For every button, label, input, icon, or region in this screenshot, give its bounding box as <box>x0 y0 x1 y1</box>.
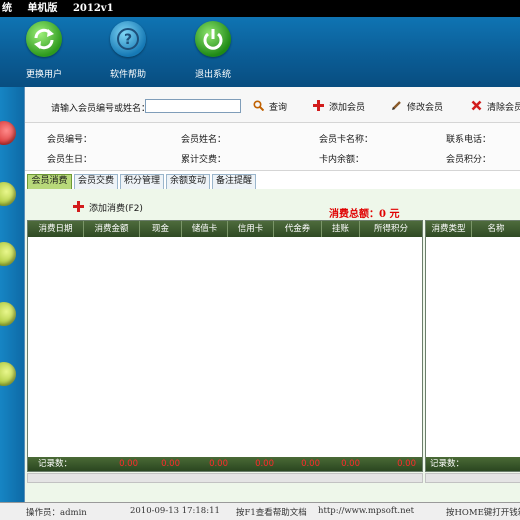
col-cash[interactable]: 现金 <box>140 221 182 237</box>
consume-total-label: 消费总额： <box>329 209 379 220</box>
main-toolbar: 更换用户 ? 软件帮助 退出系统 <box>0 17 520 87</box>
col-consume-date[interactable]: 消费日期 <box>28 221 84 237</box>
consume-total: 消费总额：0 元 <box>329 205 399 220</box>
tab-member-consume[interactable]: 会员消费 <box>27 174 72 189</box>
sidebar-green-button-1[interactable] <box>0 182 16 206</box>
plus-icon <box>73 200 84 214</box>
clear-member-button[interactable]: 清除会员 <box>471 98 520 114</box>
footer-cash: 0.00 <box>161 459 180 469</box>
title-bar: 统 单机版 2012v1 <box>0 0 520 17</box>
query-label: 查询 <box>269 102 288 113</box>
status-drawer-hint: 按HOME键打开钱箱 <box>446 508 520 518</box>
consume-panel: 添加消费(F2) 消费总额：0 元 消费日期 消费金额 现金 储值卡 信用卡 代… <box>25 189 520 502</box>
plus-icon <box>313 99 324 113</box>
tab-balance-change[interactable]: 余额变动 <box>166 174 210 189</box>
delete-x-icon <box>471 100 482 113</box>
status-help-hint: 按F1查看帮助文档 <box>236 508 307 518</box>
member-id-label: 会员编号： <box>47 135 93 145</box>
phone-label: 联系电话： <box>446 135 492 145</box>
main-content: 请输入会员编号或姓名： 查询 添加会员 修改会员 清除会员 会员编号： 会员姓名… <box>24 87 520 502</box>
detail-record-count-label: 记录数： <box>430 459 465 469</box>
svg-text:?: ? <box>124 32 132 48</box>
total-spend-label: 累计交费： <box>181 155 227 165</box>
consume-table-scrollbar[interactable] <box>27 473 423 483</box>
status-datetime: 2010-09-13 17:18:11 <box>130 506 220 516</box>
balance-label: 卡内余额： <box>319 155 365 165</box>
query-button[interactable]: 查询 <box>253 98 287 114</box>
col-on-account[interactable]: 挂账 <box>322 221 360 237</box>
tab-bar: 会员消费 会员交费 积分管理 余额变动 备注提醒 <box>25 173 520 189</box>
card-name-label: 会员卡名称： <box>319 135 374 145</box>
member-info-panel: 会员编号： 会员姓名： 会员卡名称： 联系电话： 会员生日： 累计交费： 卡内余… <box>25 123 520 171</box>
sidebar-green-button-4[interactable] <box>0 362 16 386</box>
birthday-label: 会员生日： <box>47 155 93 165</box>
footer-points: 0.00 <box>397 459 416 469</box>
detail-table-footer: 记录数： <box>426 457 520 471</box>
title-part-1: 统 <box>2 3 12 14</box>
col-voucher[interactable]: 代金券 <box>274 221 322 237</box>
col-consume-amount[interactable]: 消费金额 <box>84 221 140 237</box>
col-stored-card[interactable]: 储值卡 <box>182 221 228 237</box>
col-points-earned[interactable]: 所得积分 <box>360 221 422 237</box>
edit-member-label: 修改会员 <box>407 102 444 113</box>
question-mark-icon: ? <box>110 21 146 57</box>
tab-member-payment[interactable]: 会员交费 <box>74 174 118 189</box>
member-name-label: 会员姓名： <box>181 135 227 145</box>
record-count-label: 记录数： <box>38 459 73 469</box>
edit-member-button[interactable]: 修改会员 <box>391 98 443 114</box>
status-bar: 操作员：admin 2010-09-13 17:18:11 按F1查看帮助文档 … <box>0 502 520 520</box>
left-sidebar <box>0 87 24 502</box>
add-member-button[interactable]: 添加会员 <box>313 98 365 114</box>
consume-table-header: 消费日期 消费金额 现金 储值卡 信用卡 代金券 挂账 所得积分 <box>28 221 422 237</box>
status-operator: 操作员：admin <box>26 508 87 518</box>
add-member-label: 添加会员 <box>329 102 366 113</box>
title-part-2: 单机版 <box>27 3 58 14</box>
points-label: 会员积分： <box>446 155 492 165</box>
add-consume-button[interactable]: 添加消费(F2) <box>73 199 143 215</box>
col-item-name[interactable]: 名称 <box>472 221 520 237</box>
help-label: 软件帮助 <box>109 70 146 80</box>
add-consume-label: 添加消费(F2) <box>89 203 143 214</box>
refresh-arrows-icon <box>26 21 62 57</box>
tab-points[interactable]: 积分管理 <box>120 174 164 189</box>
col-consume-type[interactable]: 消费类型 <box>426 221 472 237</box>
status-website[interactable]: http://www.mpsoft.net <box>318 506 414 516</box>
footer-on-account: 0.00 <box>341 459 360 469</box>
magnifier-icon <box>253 99 265 113</box>
search-input[interactable] <box>145 99 241 113</box>
exit-button[interactable]: 退出系统 <box>181 21 245 80</box>
detail-table-header: 消费类型 名称 <box>426 221 520 237</box>
help-button[interactable]: ? 软件帮助 <box>96 21 160 80</box>
search-label: 请输入会员编号或姓名： <box>51 104 151 114</box>
footer-voucher: 0.00 <box>301 459 320 469</box>
sidebar-green-button-2[interactable] <box>0 242 16 266</box>
sidebar-green-button-3[interactable] <box>0 302 16 326</box>
detail-table-scrollbar[interactable] <box>425 473 520 483</box>
footer-amount: 0.00 <box>119 459 138 469</box>
sidebar-red-button[interactable] <box>0 121 16 145</box>
pen-icon <box>391 100 402 113</box>
footer-credit-card: 0.00 <box>255 459 274 469</box>
tab-notes[interactable]: 备注提醒 <box>212 174 256 189</box>
switch-user-label: 更换用户 <box>25 70 62 80</box>
clear-member-label: 清除会员 <box>487 102 520 113</box>
power-icon <box>195 21 231 57</box>
title-part-3: 2012v1 <box>72 3 114 14</box>
search-row: 请输入会员编号或姓名： 查询 添加会员 修改会员 清除会员 <box>25 87 520 123</box>
consume-total-value: 0 元 <box>379 209 400 220</box>
consume-records-table[interactable]: 消费日期 消费金额 现金 储值卡 信用卡 代金券 挂账 所得积分 记录数： 0.… <box>27 220 423 472</box>
consume-table-footer: 记录数： 0.00 0.00 0.00 0.00 0.00 0.00 0.00 <box>28 457 422 471</box>
col-credit-card[interactable]: 信用卡 <box>228 221 274 237</box>
consume-detail-table[interactable]: 消费类型 名称 记录数： <box>425 220 520 472</box>
exit-label: 退出系统 <box>194 70 231 80</box>
switch-user-button[interactable]: 更换用户 <box>12 21 76 80</box>
footer-stored-card: 0.00 <box>209 459 228 469</box>
